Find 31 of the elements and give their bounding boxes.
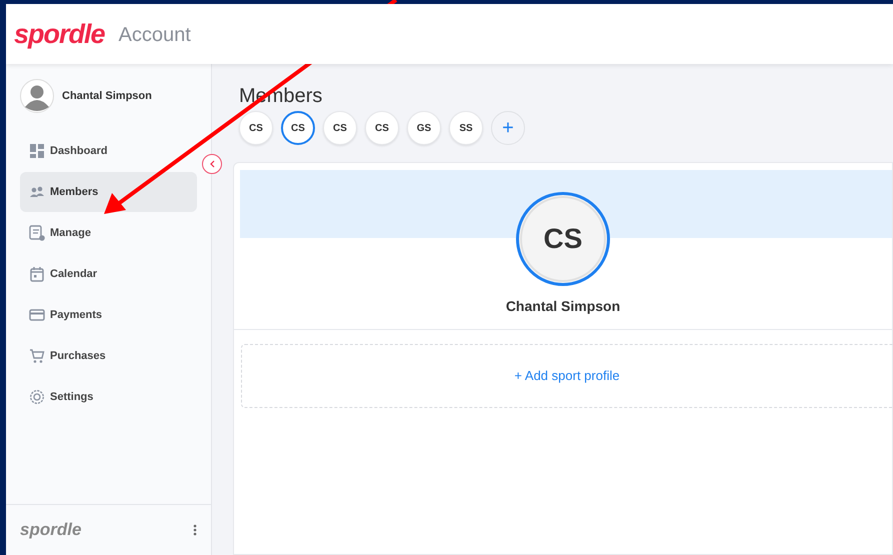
footer-logo: spordle: [20, 519, 82, 542]
avatar-icon: [20, 79, 54, 113]
settings-icon: [29, 389, 45, 405]
member-chip[interactable]: CS: [281, 111, 315, 145]
people-icon: [29, 184, 45, 200]
nav-item[interactable]: Calendar: [20, 254, 197, 294]
user-name: Chantal Simpson: [62, 88, 152, 104]
nav-item[interactable]: Purchases: [20, 336, 197, 376]
card-icon: [29, 307, 45, 323]
cart-icon: [29, 348, 45, 364]
nav-item[interactable]: Members: [20, 172, 197, 212]
add-sport-profile-button[interactable]: + Add sport profile: [241, 344, 893, 408]
chevron-left-icon: [209, 160, 215, 168]
form-gear-icon: [29, 225, 45, 241]
member-chip[interactable]: CS: [239, 111, 273, 145]
page-title: Account: [118, 23, 191, 48]
nav-item[interactable]: Manage: [20, 213, 197, 253]
calendar-icon: [29, 266, 45, 282]
member-chip[interactable]: CS: [323, 111, 357, 145]
member-chip[interactable]: GS: [407, 111, 441, 145]
profile-name: Chantal Simpson: [506, 297, 620, 316]
nav-item[interactable]: Dashboard: [20, 131, 197, 171]
nav-item[interactable]: Payments: [20, 295, 197, 335]
member-chip[interactable]: CS: [365, 111, 399, 145]
member-chip[interactable]: SS: [449, 111, 483, 145]
more-icon[interactable]: [193, 524, 197, 536]
add-member-button[interactable]: +: [491, 111, 525, 145]
nav-item[interactable]: Settings: [20, 377, 197, 417]
collapse-button[interactable]: [202, 154, 222, 174]
logo: spordle: [14, 18, 105, 51]
dashboard-icon: [29, 143, 45, 159]
